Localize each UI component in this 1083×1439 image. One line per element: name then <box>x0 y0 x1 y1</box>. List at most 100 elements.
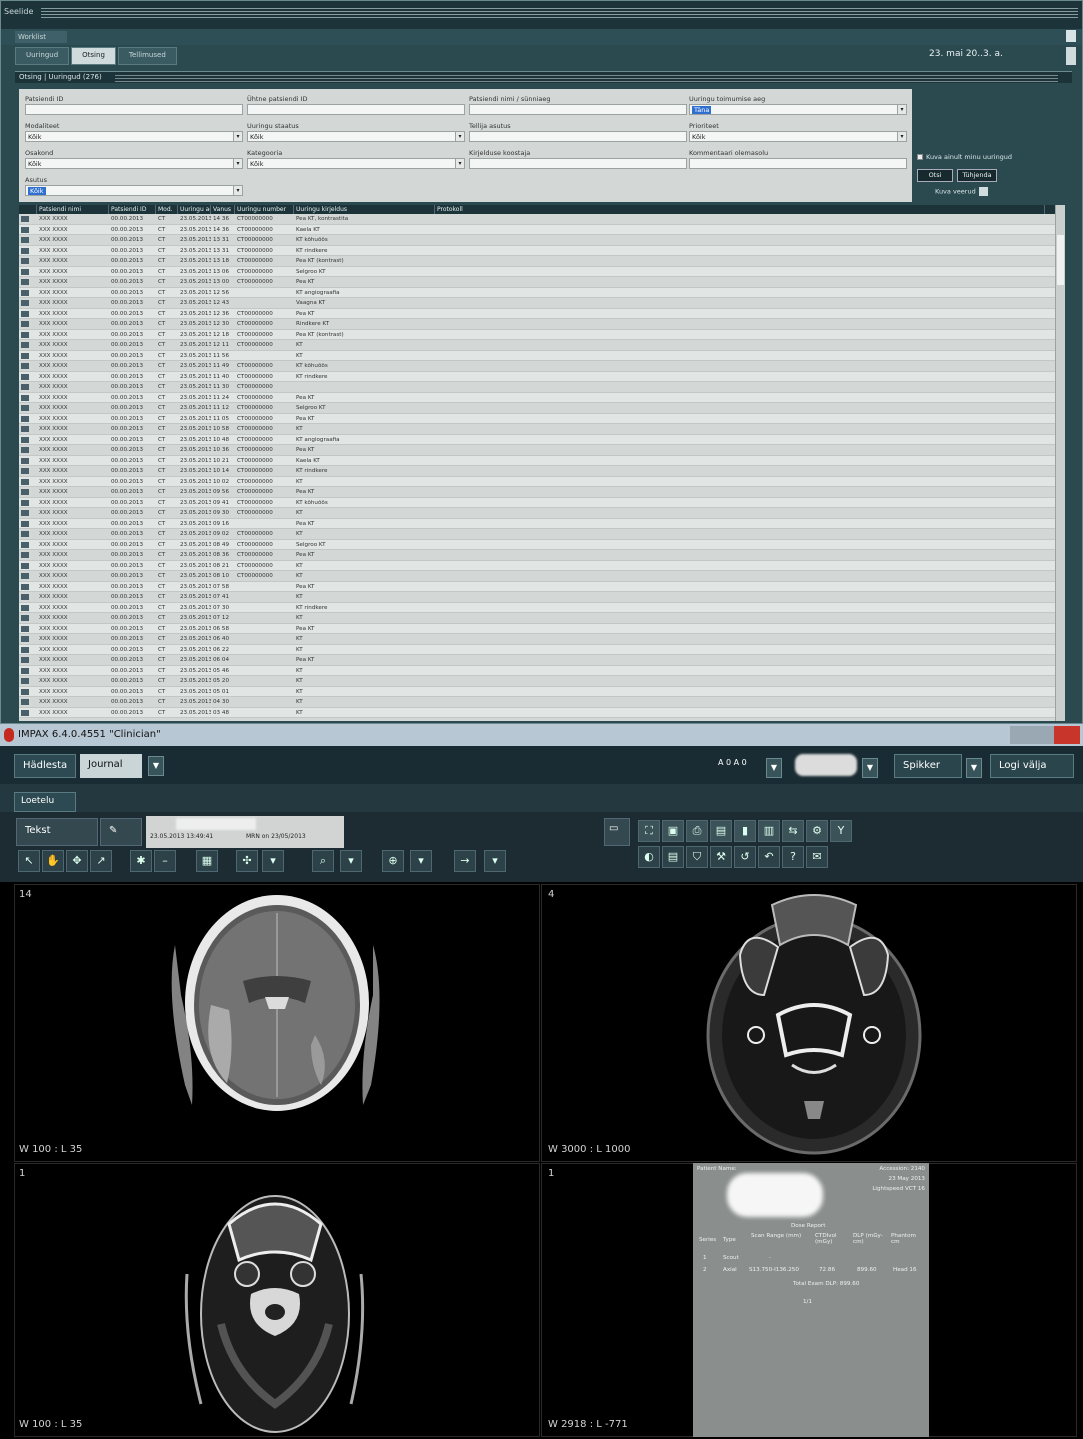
logout-button[interactable]: Logi välja <box>990 754 1074 778</box>
filter-icon[interactable]: Y <box>830 820 852 842</box>
fit-icon[interactable]: ⛶ <box>638 820 660 842</box>
table-row[interactable]: XXX XXXX 00.00.2013 CT 23.05.2013 11 30 CT000… <box>19 382 1065 393</box>
filter-modality[interactable]: Modaliteet Kõik ▾ <box>25 122 243 142</box>
table-row[interactable]: XXX XXXX 00.00.2013 CT 23.05.2013 11 12 CT000… <box>19 403 1065 414</box>
magnify-icon[interactable]: ⌕ <box>312 850 334 872</box>
column-header[interactable]: Mod. <box>156 205 178 214</box>
table-row[interactable]: XXX XXXX 00.00.2013 CT 23.05.2013 10 58 CT000… <box>19 424 1065 435</box>
table-row[interactable]: XXX XXXX 00.00.2013 CT 23.05.2013 05 46 KT <box>19 665 1065 676</box>
table-row[interactable]: XXX XXXX 00.00.2013 CT 23.05.2013 13 31 CT000… <box>19 235 1065 246</box>
column-header[interactable]: Protokoll <box>435 205 1045 214</box>
nav-journal-button[interactable]: Journal <box>80 754 142 778</box>
table-row[interactable]: XXX XXXX 00.00.2013 CT 23.05.2013 12 18 CT000… <box>19 329 1065 340</box>
table-row[interactable]: XXX XXXX 00.00.2013 CT 23.05.2013 08 36 CT000… <box>19 550 1065 561</box>
filter-study-status[interactable]: Uuringu staatus Kõik ▾ <box>247 122 465 142</box>
save-icon[interactable]: ▣ <box>662 820 684 842</box>
minus-icon[interactable]: – <box>154 850 176 872</box>
reset-icon[interactable]: ↺ <box>734 846 756 868</box>
help-button[interactable]: Spikker <box>894 754 962 778</box>
layout-icon[interactable]: ▦ <box>196 850 218 872</box>
filter-unified-id[interactable]: Ühtne patsiendi ID <box>247 95 465 115</box>
chevron-down-icon[interactable]: ▾ <box>340 850 362 872</box>
table-row[interactable]: XXX XXXX 00.00.2013 CT 23.05.2013 11 05 CT000… <box>19 413 1065 424</box>
filter-facility[interactable]: Asutus Kõik ▾ <box>25 176 243 196</box>
table-row[interactable]: XXX XXXX 00.00.2013 CT 23.05.2013 09 16 Pea K… <box>19 518 1065 529</box>
filter-comment[interactable]: Kommentaari olemasolu <box>689 149 907 169</box>
table-row[interactable]: XXX XXXX 00.00.2013 CT 23.05.2013 07 58 Pea K… <box>19 581 1065 592</box>
help-icon[interactable]: ? <box>782 846 804 868</box>
window-controls[interactable] <box>1010 726 1080 744</box>
close-icon[interactable] <box>1054 726 1080 744</box>
wrench-icon[interactable]: ⚒ <box>710 846 732 868</box>
ruler-icon[interactable]: ▮ <box>734 820 756 842</box>
table-row[interactable]: XXX XXXX 00.00.2013 CT 23.05.2013 04 30 KT <box>19 697 1065 708</box>
filter-priority[interactable]: Prioriteet Kõik ▾ <box>689 122 907 142</box>
column-header[interactable] <box>19 205 37 214</box>
zoom-icon[interactable]: ⊕ <box>382 850 404 872</box>
table-row[interactable]: XXX XXXX 00.00.2013 CT 23.05.2013 11 40 CT000… <box>19 371 1065 382</box>
tab-otsing[interactable]: Otsing <box>71 47 116 65</box>
table-row[interactable]: XXX XXXX 00.00.2013 CT 23.05.2013 06 40 KT <box>19 634 1065 645</box>
table-row[interactable]: XXX XXXX 00.00.2013 CT 23.05.2013 12 43 Vaagn… <box>19 298 1065 309</box>
text-button[interactable]: Tekst <box>16 818 98 846</box>
bookmark-icon[interactable]: ⛉ <box>686 846 708 868</box>
column-header[interactable]: Patsiendi ID <box>109 205 156 214</box>
table-row[interactable]: XXX XXXX 00.00.2013 CT 23.05.2013 06 22 KT <box>19 644 1065 655</box>
table-row[interactable]: XXX XXXX 00.00.2013 CT 23.05.2013 06 04 Pea K… <box>19 655 1065 666</box>
table-row[interactable]: XXX XXXX 00.00.2013 CT 23.05.2013 07 41 KT <box>19 592 1065 603</box>
table-row[interactable]: XXX XXXX 00.00.2013 CT 23.05.2013 09 41 CT000… <box>19 497 1065 508</box>
viewport-1[interactable]: 14 W 100 : L 35 <box>14 884 540 1162</box>
chevron-down-icon[interactable]: ▼ <box>148 756 164 776</box>
table-row[interactable]: XXX XXXX 00.00.2013 CT 23.05.2013 12 56 KT an… <box>19 287 1065 298</box>
gear-icon[interactable]: ✱ <box>130 850 152 872</box>
filter-study-time[interactable]: Uuringu toimumise aeg Täna ▾ <box>689 95 907 115</box>
table-row[interactable]: XXX XXXX 00.00.2013 CT 23.05.2013 05 20 KT <box>19 676 1065 687</box>
table-row[interactable]: XXX XXXX 00.00.2013 CT 23.05.2013 09 30 CT000… <box>19 508 1065 519</box>
table-row[interactable]: XXX XXXX 00.00.2013 CT 23.05.2013 10 36 CT000… <box>19 445 1065 456</box>
table-row[interactable]: XXX XXXX 00.00.2013 CT 23.05.2013 11 24 CT000… <box>19 392 1065 403</box>
table-row[interactable]: XXX XXXX 00.00.2013 CT 23.05.2013 07 30 KT ri… <box>19 602 1065 613</box>
worklist-menu-button[interactable]: Worklist <box>15 31 67 43</box>
column-header[interactable]: Vanus <box>211 205 235 214</box>
column-options[interactable]: Kuva veerud <box>935 187 988 196</box>
table-row[interactable]: XXX XXXX 00.00.2013 CT 23.05.2013 09 56 CT000… <box>19 487 1065 498</box>
settings-icon[interactable]: ⚙ <box>806 820 828 842</box>
clear-button[interactable]: Tühjenda <box>957 169 997 182</box>
table-row[interactable]: XXX XXXX 00.00.2013 CT 23.05.2013 08 49 CT000… <box>19 539 1065 550</box>
tab-loetelu[interactable]: Loetelu <box>14 792 76 812</box>
table-row[interactable]: XXX XXXX 00.00.2013 CT 23.05.2013 12 30 CT000… <box>19 319 1065 330</box>
table-row[interactable]: XXX XXXX 00.00.2013 CT 23.05.2013 13 31 CT000… <box>19 245 1065 256</box>
table-row[interactable]: XXX XXXX 00.00.2013 CT 23.05.2013 10 48 CT000… <box>19 434 1065 445</box>
filter-department[interactable]: Osakond Kõik ▾ <box>25 149 243 169</box>
pointer-icon[interactable]: ↖ <box>18 850 40 872</box>
grid-icon[interactable]: ▤ <box>710 820 732 842</box>
table-row[interactable]: XXX XXXX 00.00.2013 CT 23.05.2013 13 18 CT000… <box>19 256 1065 267</box>
folder-icon[interactable]: ▭ <box>604 818 630 846</box>
filter-patient-id[interactable]: Patsiendi ID <box>25 95 243 115</box>
undo-icon[interactable]: ↶ <box>758 846 780 868</box>
table-row[interactable]: XXX XXXX 00.00.2013 CT 23.05.2013 08 10 CT000… <box>19 571 1065 582</box>
table-row[interactable]: XXX XXXX 00.00.2013 CT 23.05.2013 13 00 CT000… <box>19 277 1065 288</box>
column-header[interactable]: Uuringu aeg <box>178 205 211 214</box>
tab-tellimused[interactable]: Tellimused <box>117 47 177 65</box>
column-header[interactable]: Uuringu number <box>235 205 294 214</box>
table-row[interactable]: XXX XXXX 00.00.2013 CT 23.05.2013 10 02 CT000… <box>19 476 1065 487</box>
arrow-icon[interactable]: → <box>454 850 476 872</box>
nav-home-button[interactable]: Hädlesta <box>14 754 76 778</box>
table-row[interactable]: XXX XXXX 00.00.2013 CT 23.05.2013 12 36 CT000… <box>19 308 1065 319</box>
table-row[interactable]: XXX XXXX 00.00.2013 CT 23.05.2013 05 01 KT <box>19 686 1065 697</box>
viewport-2[interactable]: 4 W 3000 : L 1000 <box>541 884 1077 1162</box>
chevron-down-icon[interactable]: ▼ <box>862 758 878 778</box>
filter-patient-name[interactable]: Patsiendi nimi / sünniaeg <box>469 95 687 115</box>
series-icon[interactable]: ▥ <box>758 820 780 842</box>
chevron-down-icon[interactable]: ▼ <box>766 758 782 778</box>
table-row[interactable]: XXX XXXX 00.00.2013 CT 23.05.2013 12 11 CT000… <box>19 340 1065 351</box>
table-row[interactable]: XXX XXXX 00.00.2013 CT 23.05.2013 14 36 CT000… <box>19 224 1065 235</box>
move-icon[interactable]: ✥ <box>66 850 88 872</box>
chevron-down-icon[interactable]: ▼ <box>966 758 982 778</box>
table-row[interactable]: XXX XXXX 00.00.2013 CT 23.05.2013 09 02 CT000… <box>19 529 1065 540</box>
table-row[interactable]: XXX XXXX 00.00.2013 CT 23.05.2013 03 48 KT <box>19 707 1065 718</box>
column-header[interactable]: Patsiendi nimi <box>37 205 109 214</box>
stack-icon[interactable]: ▤ <box>662 846 684 868</box>
pan-icon[interactable]: ✣ <box>236 850 258 872</box>
